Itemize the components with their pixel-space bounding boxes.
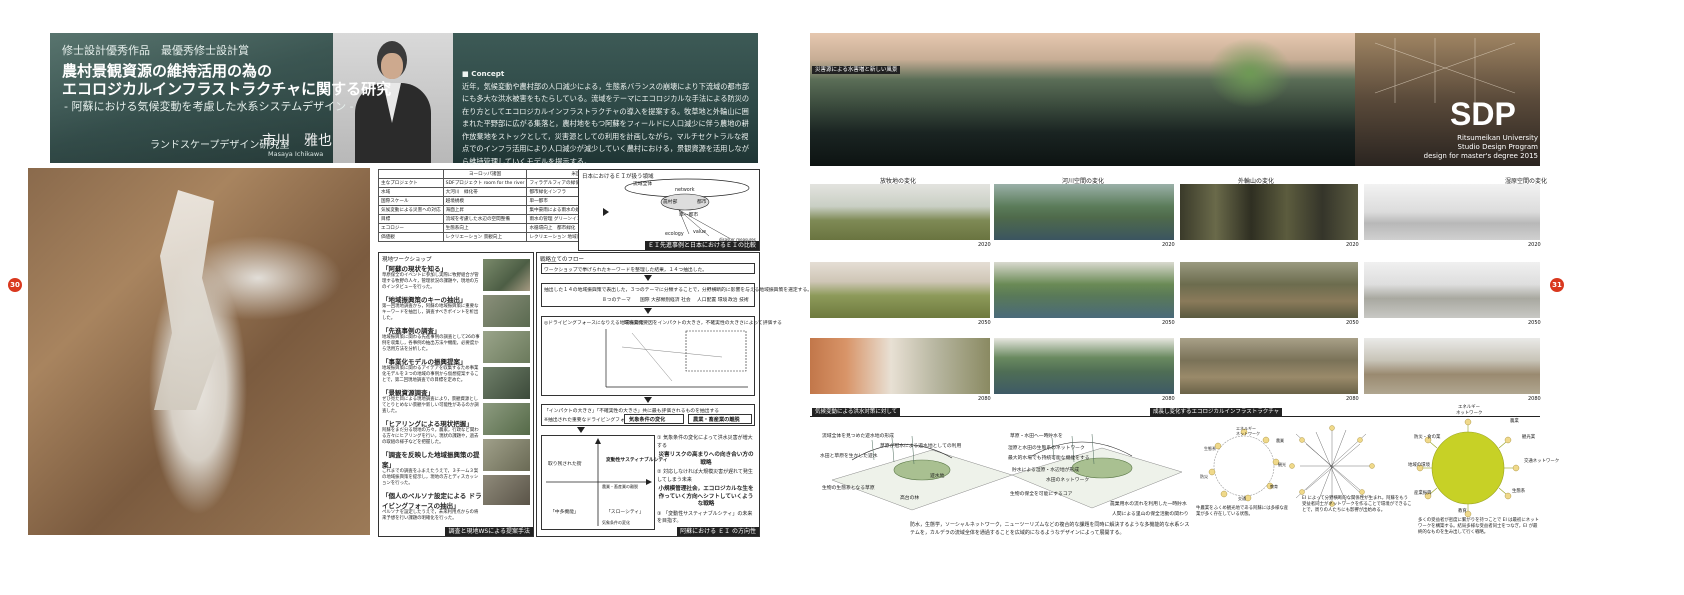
strategy-caption-bar: 阿蘇における ＥＩ の方向性 (677, 527, 759, 536)
year-label: 2050 (978, 320, 991, 326)
year-label: 2080 (1528, 396, 1541, 402)
page-number-right: 31 (1550, 278, 1564, 292)
scene-river-2050 (994, 262, 1174, 318)
author-name: 市川 雅也 (262, 133, 332, 149)
scene-caldera-2020 (1180, 184, 1358, 240)
year-label: 2080 (1346, 396, 1359, 402)
sdp-program: Studio Design Program (1457, 143, 1538, 151)
workshop-photo (483, 259, 530, 291)
page-number-left: 30 (8, 278, 22, 292)
year-label: 2020 (1346, 242, 1359, 248)
list-item: 「地域振興策のキーの抽出」 第一回現地調査から，阿蘇の地域振興策に重要なキーワード… (382, 296, 479, 321)
scene-wetland-2080 (1364, 338, 1540, 394)
diagram-caption: 防水，生態学，ソーシャルネットワーク，ニューツーリズムなどの複合的な課題を同時に… (910, 522, 1190, 536)
network-caption-right: 多くの受益者が密度に繋がりを持つことで EI は最初にネットワークを構築する。結… (1418, 518, 1539, 535)
flow-step-2: 抽出した１４の地域振興策で表出した，３つのテーマに分類することで，分野横断的に影… (541, 283, 812, 307)
year-label: 2020 (978, 242, 991, 248)
year-label: 2080 (978, 396, 991, 402)
ei-domain-diagram: 日本におけるＥＩが扱う領域 流域全体 network 農村部 都市 単一都市 e… (578, 169, 760, 251)
workshop-photo (483, 295, 530, 327)
diagram-bar-1: 気候変動による洪水対策に対して (812, 408, 901, 416)
subtitle: - 阿蘇における気候変動を考慮した水系システムデザイン - (64, 100, 354, 113)
concept-heading: ■ Concept (462, 69, 505, 78)
sdp-university: Ritsumeikan University (1457, 134, 1538, 142)
flow-step-3: ◎ドライビングフォースになりえる地域振興策 環境変化要因をインパクトの大きさ，不… (541, 316, 782, 396)
scene-caldera-2050 (1180, 262, 1358, 318)
list-item: 「事業化モデルの振興提案」 地域振興策に関わるアイデアを収集するため事業化モデルを… (382, 358, 479, 383)
scene-wetland-2020 (1364, 184, 1540, 240)
year-label: 2050 (1528, 320, 1541, 326)
scenario-matrix: 取り残された街 「中多機能」 「スローシティ」 変動性サスティナブルシティ 農業… (541, 435, 668, 530)
list-item: 「阿蘇の現状を知る」 草原保全のイベントに参加し実際に牧野組合が管理する牧野の人々… (382, 265, 479, 290)
strategy-flow-panel: 戦略立てのフロー ワークショップで挙げられたキーワードを整理した結果，１４つ抽出… (536, 252, 812, 537)
year-label: 2020 (1528, 242, 1541, 248)
network-caption-left: 牛農業をふくめ観光地である阿蘇には多様な産業が多く存在している状態。 (1196, 506, 1289, 517)
arrow-down-icon (644, 308, 652, 314)
workshop-caption-bar: 調査と現地WSによる提案手法 (445, 527, 533, 536)
workshop-photo (483, 475, 530, 505)
divider (810, 416, 1540, 417)
workshop-photo (483, 367, 530, 399)
workshop-list: 「阿蘇の現状を知る」 草原保全のイベントに参加し実際に牧野組合が管理する牧野の人々… (382, 263, 482, 525)
list-item: 「ヒアリングによる現状把握」 阿蘇をまだ分る現地の方々，農家，行政など関わる方々に… (382, 420, 479, 445)
workshop-photo (483, 331, 530, 363)
arrow-down-icon (644, 397, 652, 403)
year-label: 2080 (1162, 396, 1175, 402)
strategy-list: ① 気象条件の変化によって洪水災害が増大する 災害リスクの高まりへの向き合い方の… (657, 435, 754, 524)
scene-grazing-2050 (810, 262, 990, 318)
scene-grazing-2080 (810, 338, 990, 394)
sdp-degree: design for master's degree 2015 (1423, 152, 1538, 160)
list-item: 「景観資源調査」 ぜひ見た目による現地調査により，景観資源としてとりとめない景観や… (382, 389, 479, 414)
year-label: 2020 (1162, 242, 1175, 248)
scene-caldera-2080 (1180, 338, 1358, 394)
driving-force-1: 気象条件の変化 (624, 414, 684, 424)
scene-river-2080 (994, 338, 1174, 394)
scene-wetland-2050 (1364, 262, 1540, 318)
workshop-photo (483, 439, 530, 471)
workshop-title: 現地ワークショップ (382, 257, 432, 263)
flow-title: 戦略立てのフロー (540, 257, 585, 263)
scene-river-2020 (994, 184, 1174, 240)
workshop-panel: 現地ワークショップ 「阿蘇の現状を知る」 草原保全のイベントに参加し実際に牧野組合… (378, 252, 534, 537)
ei-diagram-caption-bar: ＥＩ先進事例と日本におけるＥＩの比較 (644, 241, 759, 250)
year-label: 2050 (1346, 320, 1359, 326)
concept-block: ■ Concept 近年，気候変動や農村部の人口減少による，生態系バランスの崩壊… (462, 68, 752, 168)
workshop-photo (483, 403, 530, 435)
panorama-image (810, 33, 1355, 166)
network-caption-mid: EI によって分野横断的な関係性が生まれ，阿蘇をもう受益者同士がネットワークを作… (1302, 496, 1412, 513)
list-item: 「個人のペルソナ設定による ドライビングフォースの抽出」 ペルソナを設定したうえで… (382, 492, 482, 521)
arrow-down-icon (644, 275, 652, 281)
year-label: 2050 (1162, 320, 1175, 326)
flow-step-4: 「インパクトの大きさ」「不確実性の大きさ」共に最も評価されるものを抽出する ※抽… (541, 404, 755, 426)
impact-uncertainty-graph (605, 329, 748, 388)
flow-step-1: ワークショップで挙げられたキーワードを整理した結果，１４つ抽出した。 (541, 263, 755, 274)
award-label: 修士設計優秀作品 最優秀修士設計賞 (62, 44, 249, 57)
concept-text: 近年，気候変動や農村部の人口減少による，生態系バランスの崩壊により下流域の都市部… (462, 81, 750, 166)
arrow-down-icon (577, 427, 585, 433)
list-item: 「調査を反映した地域振興策の提案」 これまでの調査をふまえたうえで，３チーム３案の… (382, 451, 480, 486)
title-line-2: エコロジカルインフラストラクチャに関する研究 (62, 80, 392, 98)
scene-grazing-2020 (810, 184, 990, 240)
diagram-bar-2: 成長し変化するエコロジカルインフラストラクチャ (1150, 408, 1283, 416)
author-name-en: Masaya Ichikawa (268, 150, 324, 158)
sdp-logo-title: SDP (1450, 96, 1516, 132)
list-item: 「先進事例の調査」 地域振興策に関わる先進事例の調査として26の事例を収集し，各事… (382, 327, 480, 352)
arrow-right-icon (603, 208, 613, 216)
driving-force-2: 農業・畜産業の離脱 (688, 414, 752, 424)
panorama-caption-bar: 災害源による水害増と新しい風景 (812, 66, 901, 74)
